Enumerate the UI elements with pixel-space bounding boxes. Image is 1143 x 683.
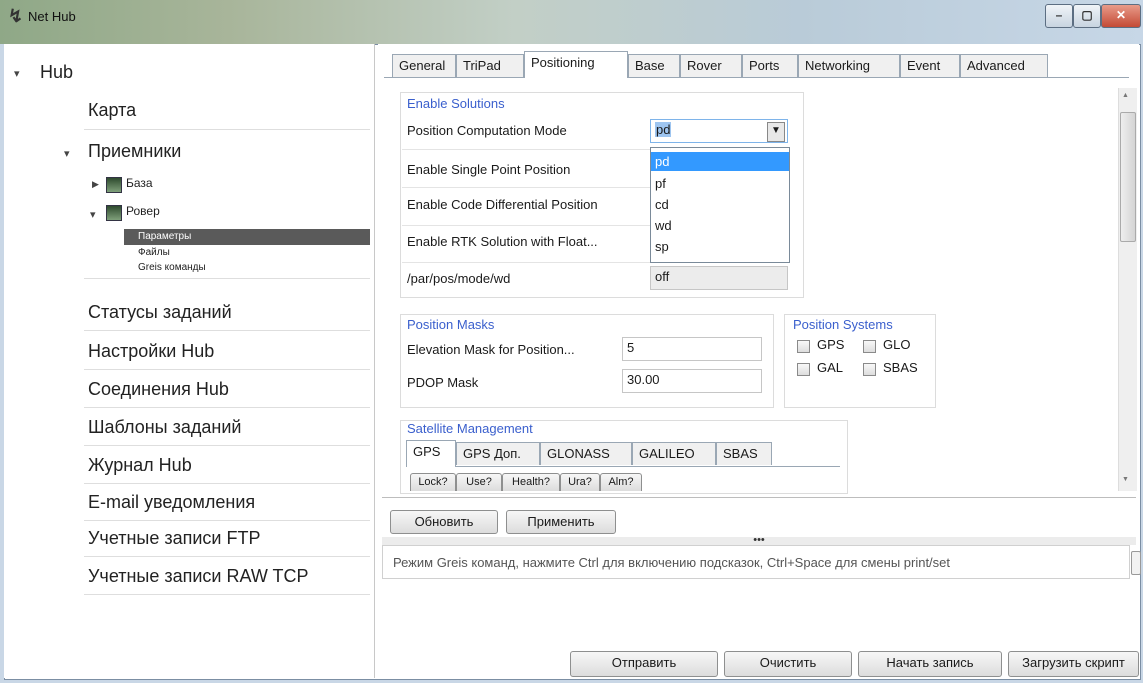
dropdown-option[interactable]: sp [655, 239, 669, 254]
window-title: Net Hub [28, 9, 76, 24]
tab-general[interactable]: General [392, 54, 456, 77]
apply-button[interactable]: Применить [506, 510, 616, 534]
tree-item-priemniki[interactable]: Приемники [88, 141, 181, 162]
column-header[interactable]: Use? [456, 473, 502, 491]
divider [84, 483, 370, 484]
sat-tab-galileo[interactable]: GALILEO [632, 442, 716, 465]
dropdown-option[interactable]: cd [655, 197, 669, 212]
pdop-mask-input[interactable]: 30.00 [622, 369, 762, 393]
title-bar [0, 0, 1143, 44]
collapse-arrow-icon[interactable]: ▾ [64, 147, 70, 160]
splitter-handle[interactable]: ••• [382, 535, 1136, 546]
dropdown-highlight [651, 152, 789, 171]
position-systems-title: Position Systems [793, 317, 893, 332]
divider [84, 520, 370, 521]
gal-checkbox[interactable] [797, 363, 810, 376]
satellite-management-title: Satellite Management [407, 421, 533, 436]
collapse-arrow-icon[interactable]: ▾ [14, 67, 20, 80]
tab-tripad[interactable]: TriPad [456, 54, 524, 77]
send-button[interactable]: Отправить [570, 651, 718, 677]
clear-button[interactable]: Очистить [724, 651, 852, 677]
tree-item-shablony[interactable]: Шаблоны заданий [88, 417, 241, 438]
sat-tab-gps-dop[interactable]: GPS Доп. [456, 442, 540, 465]
tree-item-statusy[interactable]: Статусы заданий [88, 302, 232, 323]
column-header[interactable]: Lock? [410, 473, 456, 491]
minimize-icon[interactable]: – [1045, 4, 1073, 28]
load-script-button[interactable]: Загрузить скрипт [1008, 651, 1139, 677]
tree-item-rover[interactable]: Ровер [126, 204, 160, 218]
console-hint: Режим Greis команд, нажмите Ctrl для вкл… [393, 555, 951, 570]
expand-arrow-icon[interactable]: ▶ [92, 179, 99, 190]
glo-label: GLO [883, 337, 911, 352]
tab-ports[interactable]: Ports [742, 54, 798, 77]
elevation-mask-input[interactable]: 5 [622, 337, 762, 361]
tree-item-baza[interactable]: База [126, 176, 153, 190]
scroll-down-icon[interactable]: ▼ [1122, 476, 1129, 483]
receiver-icon [106, 205, 122, 221]
column-header[interactable]: Ura? [560, 473, 600, 491]
column-header[interactable]: Alm? [600, 473, 642, 491]
maximize-icon[interactable]: ▢ [1073, 4, 1101, 28]
sat-tab-gps[interactable]: GPS [406, 440, 456, 467]
tree-item-rawtcp[interactable]: Учетные записи RAW TCP [88, 566, 308, 587]
tree-item-zhurnal[interactable]: Журнал Hub [88, 455, 192, 476]
dropdown-option[interactable]: pf [655, 176, 666, 191]
refresh-button[interactable]: Обновить [390, 510, 498, 534]
sbas-checkbox[interactable] [863, 363, 876, 376]
dropdown-option[interactable]: pd [655, 154, 669, 169]
sat-tab-glonass[interactable]: GLONASS [540, 442, 632, 465]
divider [84, 445, 370, 446]
position-mode-dropdown[interactable]: pd pf cd wd sp [650, 147, 790, 263]
receiver-icon [106, 177, 122, 193]
tree-item-nastroiki[interactable]: Настройки Hub [88, 341, 214, 362]
tree-item-karta[interactable]: Карта [88, 100, 136, 121]
tree-item-hub[interactable]: Hub [40, 62, 73, 83]
tree-item-soedineniya[interactable]: Соединения Hub [88, 379, 229, 400]
position-masks-title: Position Masks [407, 317, 495, 332]
divider [84, 129, 370, 130]
divider [84, 330, 370, 331]
tree-item-greis[interactable]: Greis команды [138, 262, 206, 273]
divider [84, 278, 370, 279]
tab-positioning[interactable]: Positioning [524, 51, 628, 78]
tree-item-email[interactable]: E-mail уведомления [88, 492, 255, 513]
divider [84, 407, 370, 408]
tab-base[interactable]: Base [628, 54, 680, 77]
gps-checkbox[interactable] [797, 340, 810, 353]
scrollbar-thumb[interactable] [1120, 112, 1136, 242]
tree-item-parametry[interactable]: Параметры [138, 231, 191, 242]
tab-networking[interactable]: Networking [798, 54, 900, 77]
start-record-button[interactable]: Начать запись [858, 651, 1002, 677]
divider [84, 369, 370, 370]
app-logo-icon: ↯ [8, 6, 24, 26]
gal-label: GAL [817, 360, 844, 375]
tree-item-faily[interactable]: Файлы [138, 247, 170, 258]
column-header[interactable]: Health? [502, 473, 560, 491]
divider [84, 594, 370, 595]
tab-rover[interactable]: Rover [680, 54, 742, 77]
close-icon[interactable]: ✕ [1101, 4, 1141, 28]
console-side-button[interactable] [1131, 551, 1141, 575]
gps-label: GPS [817, 337, 845, 352]
tab-underline [384, 77, 1129, 78]
tab-event[interactable]: Event [900, 54, 960, 77]
scroll-up-icon[interactable]: ▲ [1122, 92, 1129, 99]
tree-item-ftp[interactable]: Учетные записи FTP [88, 528, 260, 549]
pdop-mask-label: PDOP Mask [407, 375, 479, 390]
sbas-label: SBAS [883, 360, 918, 375]
divider [382, 497, 1136, 498]
divider [84, 556, 370, 557]
collapse-arrow-icon[interactable]: ▾ [90, 208, 96, 221]
sat-tab-sbas[interactable]: SBAS [716, 442, 772, 465]
tab-advanced[interactable]: Advanced [960, 54, 1048, 77]
elevation-mask-label: Elevation Mask for Position... [407, 342, 575, 357]
dropdown-option[interactable]: wd [655, 218, 672, 233]
glo-checkbox[interactable] [863, 340, 876, 353]
